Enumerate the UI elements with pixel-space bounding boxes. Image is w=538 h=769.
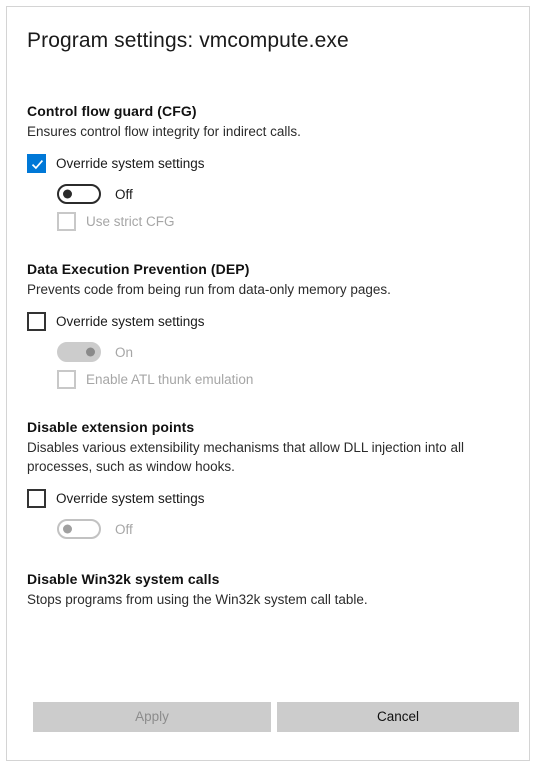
- extpoints-toggle-switch[interactable]: [57, 519, 101, 539]
- section-title: Data Execution Prevention (DEP): [27, 261, 250, 277]
- cfg-override-system-settings-row[interactable]: Override system settings: [27, 154, 509, 173]
- cfg-use-strict-row[interactable]: Use strict CFG: [57, 212, 509, 231]
- extpoints-override-system-settings-row[interactable]: Override system settings: [27, 489, 509, 508]
- checkmark-icon: [31, 160, 44, 170]
- dep-atl-thunk-label: Enable ATL thunk emulation: [86, 372, 254, 387]
- dep-override-label: Override system settings: [56, 314, 205, 329]
- cfg-toggle-row[interactable]: Off: [57, 184, 509, 204]
- section-disable-win32k-system-calls: Disable Win32k system calls Stops progra…: [7, 571, 529, 609]
- section-description: Disables various extensibility mechanism…: [27, 440, 464, 474]
- toggle-knob-icon: [86, 347, 95, 357]
- dep-toggle-label: On: [115, 344, 134, 360]
- page-title: Program settings: vmcompute.exe: [27, 29, 349, 52]
- dep-atl-thunk-row[interactable]: Enable ATL thunk emulation: [57, 370, 509, 389]
- toggle-knob-icon: [63, 189, 72, 199]
- section-description: Prevents code from being run from data-o…: [27, 282, 391, 297]
- dialog-footer: Apply Cancel: [7, 702, 529, 732]
- extpoints-toggle-label: Off: [115, 521, 133, 537]
- section-disable-extension-points: Disable extension points Disables variou…: [7, 419, 529, 539]
- dep-toggle-switch[interactable]: [57, 342, 101, 362]
- section-description: Ensures control flow integrity for indir…: [27, 124, 301, 139]
- section-control-flow-guard: Control flow guard (CFG) Ensures control…: [7, 103, 529, 231]
- extpoints-toggle-row[interactable]: Off: [57, 519, 509, 539]
- apply-button[interactable]: Apply: [33, 702, 271, 732]
- cfg-override-checkbox[interactable]: [27, 154, 46, 173]
- dep-override-system-settings-row[interactable]: Override system settings: [27, 312, 509, 331]
- settings-content: Control flow guard (CFG) Ensures control…: [7, 103, 529, 609]
- cfg-toggle-label: Off: [115, 186, 133, 202]
- dep-override-checkbox[interactable]: [27, 312, 46, 331]
- dep-toggle-row[interactable]: On: [57, 342, 509, 362]
- section-data-execution-prevention: Data Execution Prevention (DEP) Prevents…: [7, 261, 529, 389]
- section-description: Stops programs from using the Win32k sys…: [27, 592, 368, 607]
- extpoints-override-checkbox[interactable]: [27, 489, 46, 508]
- cfg-toggle-switch[interactable]: [57, 184, 101, 204]
- toggle-knob-icon: [63, 524, 72, 534]
- cfg-override-label: Override system settings: [56, 156, 205, 171]
- extpoints-override-label: Override system settings: [56, 491, 205, 506]
- section-title: Disable Win32k system calls: [27, 571, 220, 587]
- cfg-use-strict-checkbox[interactable]: [57, 212, 76, 231]
- dep-atl-thunk-checkbox[interactable]: [57, 370, 76, 389]
- cfg-use-strict-label: Use strict CFG: [86, 214, 175, 229]
- cancel-button[interactable]: Cancel: [277, 702, 519, 732]
- section-title: Disable extension points: [27, 419, 195, 435]
- section-title: Control flow guard (CFG): [27, 103, 197, 119]
- program-settings-dialog: Program settings: vmcompute.exe Control …: [6, 6, 530, 761]
